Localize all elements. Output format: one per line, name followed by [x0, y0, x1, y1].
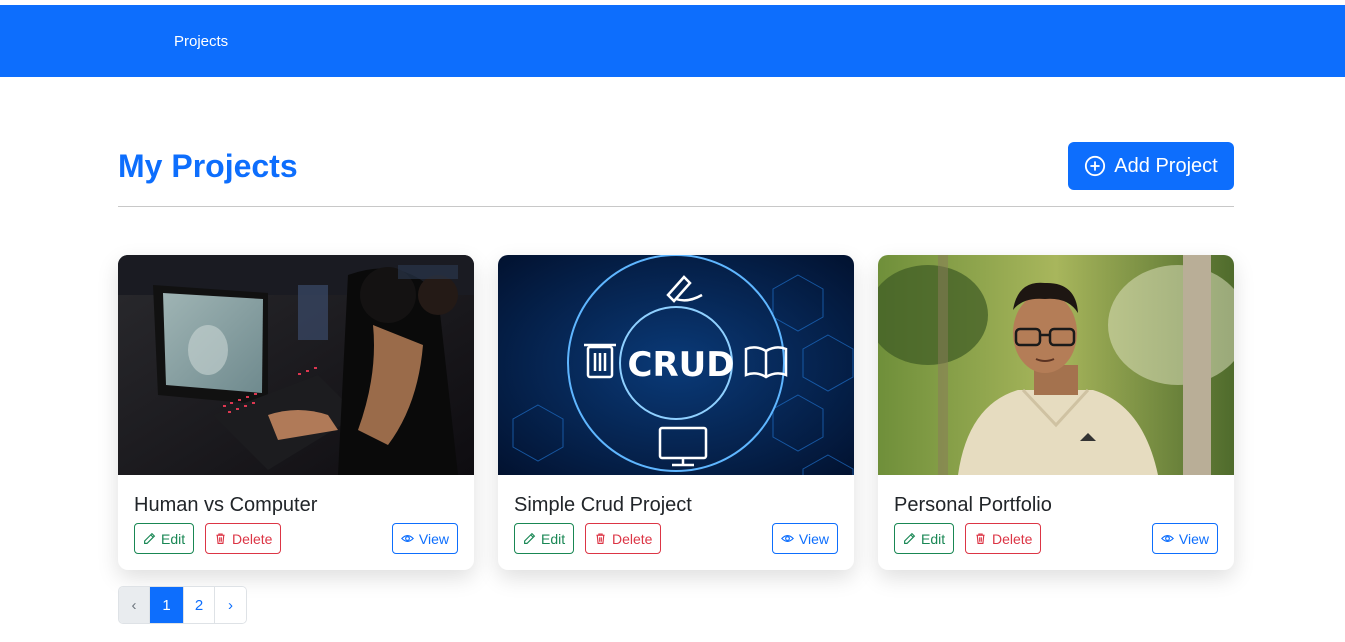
pencil-icon: [144, 532, 156, 544]
view-label: View: [418, 530, 449, 547]
delete-button[interactable]: Delete: [205, 523, 282, 554]
edit-button[interactable]: Edit: [134, 523, 195, 554]
project-title: Human vs Computer: [134, 494, 318, 516]
pagination-page-1[interactable]: 1: [150, 587, 184, 623]
add-project-label: Add Project: [1114, 154, 1218, 177]
project-image: CRUD: [498, 255, 854, 475]
edit-button[interactable]: Edit: [894, 523, 955, 554]
trash-icon: [976, 533, 985, 544]
edit-label: Edit: [921, 530, 946, 547]
trash-icon: [216, 533, 225, 544]
delete-button[interactable]: Delete: [585, 523, 662, 554]
view-button[interactable]: View: [1151, 523, 1218, 554]
eye-icon: [780, 535, 794, 542]
pencil-icon: [904, 532, 916, 544]
project-image: [878, 255, 1234, 475]
edit-button[interactable]: Edit: [514, 523, 575, 554]
delete-label: Delete: [992, 530, 1033, 547]
project-image: [118, 255, 474, 475]
pencil-icon: [524, 532, 536, 544]
pagination-page-2[interactable]: 2: [184, 587, 215, 623]
pagination-prev[interactable]: ‹: [119, 587, 150, 623]
view-button[interactable]: View: [391, 523, 458, 554]
header-divider: [118, 206, 1234, 207]
eye-icon: [400, 535, 414, 542]
add-project-button[interactable]: Add Project: [1068, 142, 1234, 190]
delete-label: Delete: [232, 530, 273, 547]
trash-icon: [596, 533, 605, 544]
edit-label: Edit: [541, 530, 566, 547]
plus-circle-icon: [1085, 155, 1106, 177]
nav-link-projects[interactable]: Projects: [174, 33, 228, 50]
project-title: Simple Crud Project: [514, 494, 692, 516]
view-label: View: [798, 530, 829, 547]
top-navbar: Projects: [0, 5, 1345, 77]
pagination: ‹ 1 2 ›: [118, 586, 247, 624]
view-button[interactable]: View: [771, 523, 838, 554]
project-card: Human vs Computer Edit Delete View: [118, 255, 474, 570]
edit-label: Edit: [161, 530, 186, 547]
project-card: Personal Portfolio Edit Delete View: [878, 255, 1234, 570]
eye-icon: [1160, 535, 1174, 542]
delete-label: Delete: [612, 530, 653, 547]
delete-button[interactable]: Delete: [965, 523, 1042, 554]
crud-image-text: CRUD: [628, 345, 735, 385]
project-title: Personal Portfolio: [894, 494, 1052, 516]
view-label: View: [1178, 530, 1209, 547]
project-card: CRUD Simple Crud Project Edit Delete Vie…: [498, 255, 854, 570]
page-title: My Projects: [118, 148, 298, 184]
pagination-next[interactable]: ›: [215, 587, 246, 623]
